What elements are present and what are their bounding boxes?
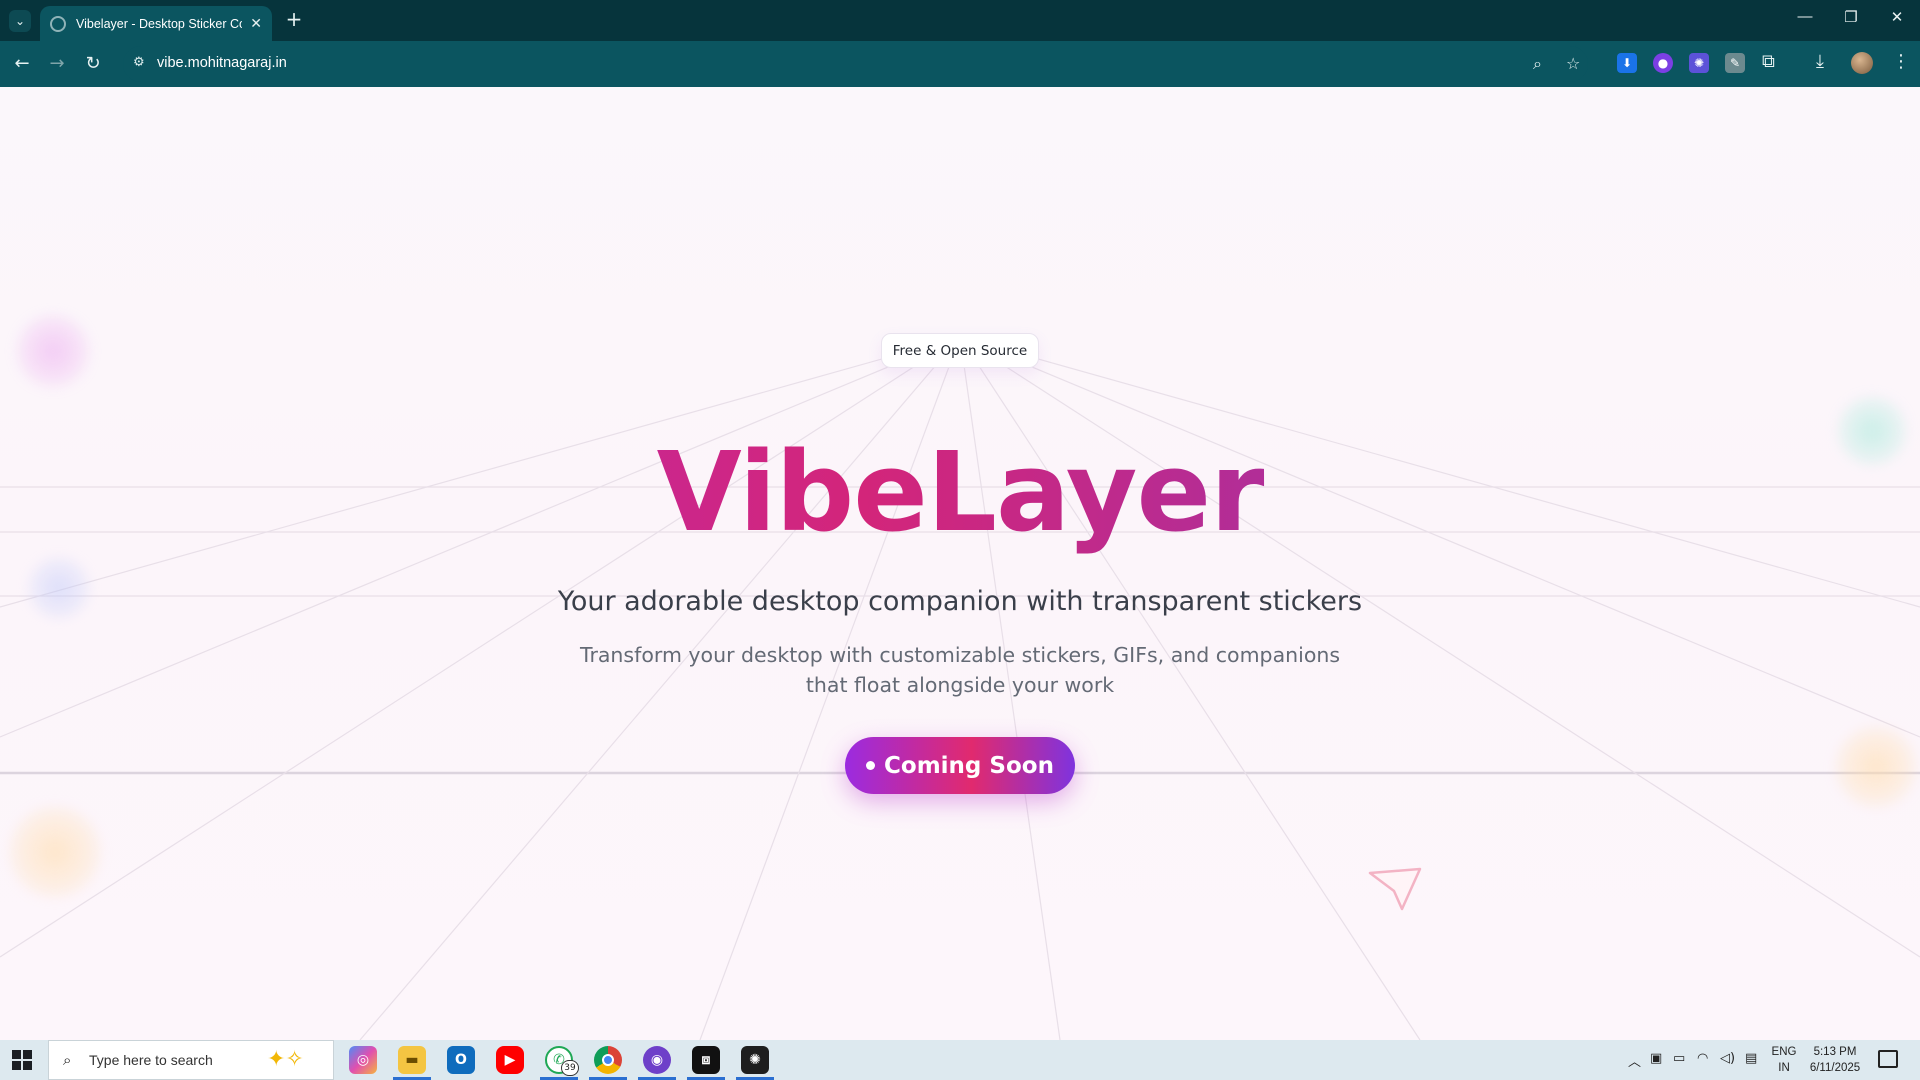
search-icon: ⌕ (63, 1051, 72, 1069)
sparkle-icon: ✦✧ (267, 1047, 304, 1072)
language-indicator[interactable]: ENG IN (1770, 1044, 1798, 1076)
open-source-badge: Free & Open Source (881, 333, 1039, 368)
menu-kebab-icon[interactable]: ⋮ (1892, 51, 1910, 72)
downloader-extension-icon[interactable]: ⬇ (1617, 53, 1637, 73)
orange-blob-decoration (1836, 727, 1916, 807)
windows-start-icon[interactable] (12, 1050, 32, 1070)
status-dot-icon (866, 761, 876, 770)
page-content: Free & Open Source VibeLayer Your adorab… (0, 87, 1920, 1040)
close-tab-icon[interactable]: ✕ (250, 16, 262, 32)
clock-time: 5:13 PM (1813, 1046, 1857, 1058)
url-text[interactable]: vibe.mohitnagaraj.in (157, 55, 287, 71)
downloads-icon[interactable]: ⤓ (1816, 51, 1824, 72)
extension-purple-icon[interactable]: ● (1653, 53, 1673, 73)
hero-subtitle: Your adorable desktop companion with tra… (557, 586, 1363, 617)
description-line-1: Transform your desktop with customizable… (579, 643, 1341, 667)
capcut-icon[interactable]: ⧈ (692, 1046, 720, 1074)
back-arrow-icon[interactable]: ← (9, 51, 35, 77)
chatgpt-icon[interactable]: ✺ (741, 1046, 769, 1074)
close-window-button[interactable]: ✕ (1882, 8, 1912, 26)
windows-taskbar: ⌕ Type here to search ✦✧ ◎ ▬ O ▶ ✆ 39 ◉ … (0, 1040, 1920, 1080)
clock-date: 6/11/2025 (1809, 1062, 1861, 1074)
coming-soon-button[interactable]: Coming Soon (845, 737, 1075, 794)
extension-gear-icon[interactable]: ✺ (1689, 53, 1709, 73)
language-code: ENG (1771, 1046, 1797, 1058)
battery-icon[interactable]: ▭ (1673, 1051, 1685, 1066)
forward-arrow-icon[interactable]: → (44, 51, 70, 77)
volume-icon[interactable]: ◁) (1720, 1051, 1735, 1066)
zoom-icon[interactable]: ⌕ (1533, 54, 1542, 74)
meet-now-icon[interactable]: ▣ (1650, 1051, 1662, 1066)
taskbar-search-input[interactable]: ⌕ Type here to search ✦✧ (48, 1040, 334, 1080)
wifi-icon[interactable]: ◠ (1697, 1051, 1708, 1066)
tab-strip: ⌄ Vibelayer - Desktop Sticker Com ✕ + — … (0, 0, 1920, 41)
description-line-2: that float alongside your work (805, 673, 1115, 697)
perspective-grid (0, 336, 1920, 1040)
tab-title: Vibelayer - Desktop Sticker Com (76, 16, 243, 31)
whatsapp-unread-badge: 39 (561, 1060, 579, 1076)
paper-plane-icon (1368, 867, 1422, 911)
notification-center-icon[interactable] (1878, 1050, 1898, 1068)
badge-label: Free & Open Source (892, 342, 1028, 359)
search-placeholder: Type here to search (89, 1052, 213, 1068)
address-bar[interactable]: ⚙ vibe.mohitnagaraj.in ⌕ ☆ (123, 46, 1588, 82)
profile-avatar[interactable] (1851, 52, 1873, 74)
taskbar-clock[interactable]: 5:13 PM 6/11/2025 (1800, 1044, 1870, 1076)
chrome-icon[interactable] (594, 1046, 622, 1074)
globe-icon (50, 15, 66, 32)
tray-overflow-chevron-icon[interactable]: ︿ (1628, 1051, 1641, 1070)
network-status-icon[interactable]: ▤ (1745, 1051, 1757, 1066)
region-code: IN (1778, 1062, 1790, 1074)
outlook-icon[interactable]: O (447, 1046, 475, 1074)
hero-description: Transform your desktop with customizable… (560, 640, 1360, 700)
minimize-button[interactable]: — (1790, 8, 1820, 25)
pink-blob-decoration (17, 315, 89, 387)
browser-toolbar: ← → ↻ ⚙ vibe.mohitnagaraj.in ⌕ ☆ ⬇ ● ✺ ✎… (0, 41, 1920, 87)
file-explorer-icon[interactable]: ▬ (398, 1046, 426, 1074)
active-tab[interactable]: Vibelayer - Desktop Sticker Com ✕ (40, 6, 272, 41)
cta-label: Coming Soon (884, 752, 1054, 779)
github-icon[interactable]: ◉ (643, 1046, 671, 1074)
peach-blob-decoration (10, 807, 100, 897)
site-info-icon[interactable]: ⚙ (133, 55, 145, 70)
page-title: VibeLayer (0, 427, 1920, 557)
extension-tool-icon[interactable]: ✎ (1725, 53, 1745, 73)
reload-icon[interactable]: ↻ (80, 51, 106, 77)
restore-button[interactable]: ❐ (1836, 8, 1866, 26)
tab-search-dropdown-icon[interactable]: ⌄ (9, 10, 31, 32)
copilot-icon[interactable]: ◎ (349, 1046, 377, 1074)
extensions-puzzle-icon[interactable]: ⧉ (1762, 51, 1775, 72)
new-tab-button[interactable]: + (282, 8, 306, 32)
bookmark-star-icon[interactable]: ☆ (1566, 54, 1580, 73)
youtube-icon[interactable]: ▶ (496, 1046, 524, 1074)
